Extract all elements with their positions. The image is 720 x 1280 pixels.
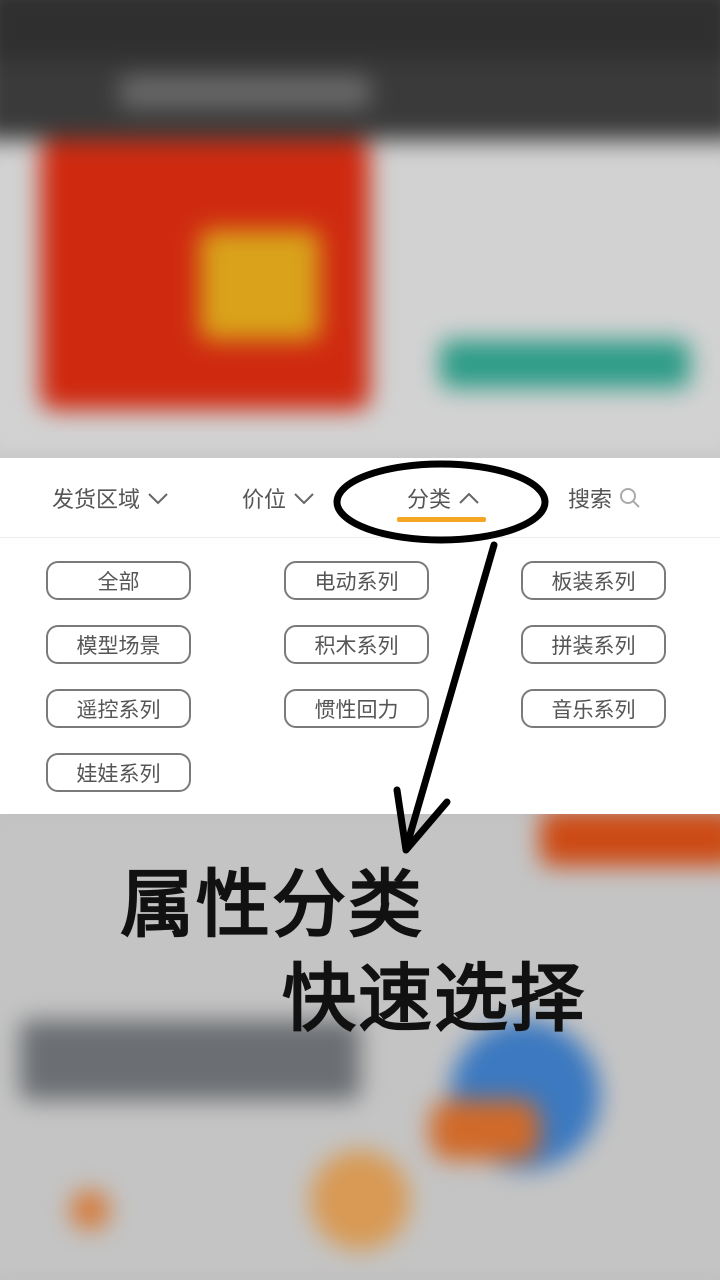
category-chip[interactable]: 积木系列 bbox=[284, 625, 429, 664]
tab-category[interactable]: 分类 bbox=[407, 480, 481, 516]
annotation-line1: 属性分类 bbox=[120, 862, 424, 948]
search-icon bbox=[620, 488, 640, 508]
category-chip[interactable]: 拼装系列 bbox=[521, 625, 666, 664]
toy-image-accent bbox=[430, 1100, 540, 1160]
category-panel: 全部 电动系列 板装系列 模型场景 积木系列 拼装系列 遥控系列 惯性回力 音乐… bbox=[0, 538, 720, 814]
category-chip[interactable]: 遥控系列 bbox=[46, 689, 191, 728]
tab-label: 价位 bbox=[242, 488, 287, 513]
buy-button-blur bbox=[440, 340, 690, 388]
tab-label: 分类 bbox=[407, 488, 452, 513]
tab-label: 搜索 bbox=[568, 488, 613, 513]
status-bar bbox=[0, 0, 720, 60]
tab-search[interactable]: 搜索 bbox=[568, 480, 642, 516]
category-chip[interactable]: 惯性回力 bbox=[284, 689, 429, 728]
annotation-line2: 快速选择 bbox=[282, 956, 586, 1042]
circle-blur bbox=[310, 1150, 410, 1250]
category-chip[interactable]: 板装系列 bbox=[521, 561, 666, 600]
chevron-down-icon bbox=[148, 493, 168, 505]
small-icon-blur bbox=[70, 1190, 110, 1230]
tab-label: 发货区域 bbox=[52, 488, 141, 513]
product-image-detail bbox=[200, 230, 320, 340]
chevron-up-icon bbox=[459, 492, 479, 504]
filter-bar: 发货区域 价位 分类 搜索 bbox=[0, 458, 720, 538]
category-chip[interactable]: 电动系列 bbox=[284, 561, 429, 600]
tab-price[interactable]: 价位 bbox=[242, 480, 316, 516]
category-chip[interactable]: 音乐系列 bbox=[521, 689, 666, 728]
category-chip[interactable]: 模型场景 bbox=[46, 625, 191, 664]
chevron-down-icon bbox=[294, 493, 314, 505]
tab-shipping-region[interactable]: 发货区域 bbox=[52, 480, 170, 516]
title-placeholder bbox=[120, 76, 370, 108]
category-chip[interactable]: 全部 bbox=[46, 561, 191, 600]
orange-button-blur bbox=[540, 810, 720, 866]
category-chip[interactable]: 娃娃系列 bbox=[46, 753, 191, 792]
active-tab-indicator bbox=[397, 517, 486, 522]
